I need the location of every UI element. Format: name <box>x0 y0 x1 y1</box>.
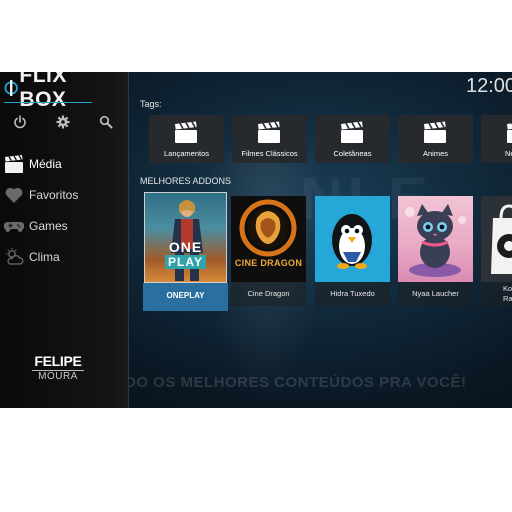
clapperboard-icon <box>341 121 363 143</box>
heart-icon <box>5 187 23 203</box>
addon-thumbnail <box>481 196 512 282</box>
background-tagline: DO OS MELHORES CONTEÚDOS PRA VOCÊ! <box>125 374 467 391</box>
app-logo: FLIX BOX <box>4 72 92 111</box>
cat-art <box>405 204 466 277</box>
addon-label: ONEPLAY <box>143 283 228 311</box>
addons-heading: MELHORES ADDONS <box>140 176 232 186</box>
addon-label: Nyaa Laucher <box>398 282 473 306</box>
tag-label: Coletâneas <box>333 149 372 158</box>
tag-label: Ne <box>505 149 512 158</box>
search-icon[interactable] <box>99 115 113 129</box>
power-icon[interactable] <box>13 115 27 129</box>
tag-label: Filmes Clássicos <box>241 149 298 158</box>
addon-thumbnail: CINE DRAGON <box>231 196 306 282</box>
tags-heading: Tags: <box>140 99 162 109</box>
tag-partial[interactable]: Ne <box>481 115 512 163</box>
weather-icon <box>6 247 24 265</box>
menu-label-favoritos: Favoritos <box>29 187 79 202</box>
menu-item-clima[interactable]: Clima <box>0 241 128 272</box>
creator-logo-line2: MOURA <box>32 370 84 383</box>
tag-coletaneas[interactable]: Coletâneas <box>315 115 390 163</box>
addon-thumbnail <box>315 196 390 282</box>
menu-label-media: Média <box>29 156 62 171</box>
main-menu: Média Favoritos Games Clima <box>0 148 128 272</box>
menu-label-clima: Clima <box>29 249 60 264</box>
oneplay-art-text2: PLAY <box>165 255 206 269</box>
addon-thumbnail: ONE PLAY <box>144 192 227 283</box>
tag-animes[interactable]: Animes <box>398 115 473 163</box>
creator-logo: FELIPE MOURA <box>28 354 88 383</box>
cine-dragon-art-text: CINE DRAGON <box>234 258 303 268</box>
tag-label: Lançamentos <box>163 149 210 158</box>
addon-kodi-ra[interactable]: Kodi Ra <box>481 192 512 316</box>
logo-text: FLIX BOX <box>19 72 67 111</box>
sidebar: FLIX BOX Média Favoritos Games Clima FEL… <box>0 72 129 408</box>
addon-label: Hidra Tuxedo <box>315 282 390 306</box>
tag-label: Animes <box>422 149 448 158</box>
addon-cine-dragon[interactable]: CINE DRAGON Cine Dragon <box>231 192 306 316</box>
menu-label-games: Games <box>29 218 68 233</box>
oneplay-art <box>171 200 203 281</box>
tag-lancamentos[interactable]: Lançamentos <box>149 115 224 163</box>
addon-nyaa-laucher[interactable]: Nyaa Laucher <box>398 192 473 316</box>
gear-icon[interactable] <box>56 115 70 129</box>
clapperboard-icon <box>258 121 280 143</box>
dragon-art <box>239 199 297 257</box>
shopping-bag-art <box>491 204 512 274</box>
logo-underline <box>4 102 92 103</box>
logo-mark-icon <box>4 80 18 96</box>
addon-oneplay[interactable]: ONE PLAY ONEPLAY <box>143 192 228 314</box>
tags-row: Lançamentos Filmes Clássicos Coletâneas <box>149 115 512 163</box>
menu-item-favoritos[interactable]: Favoritos <box>0 179 128 210</box>
gamepad-icon <box>4 221 24 232</box>
movie-clapper-icon <box>5 154 23 173</box>
clock: 12:00 <box>466 75 512 97</box>
oneplay-art-text: ONE <box>168 239 203 255</box>
addon-label: Cine Dragon <box>231 282 306 306</box>
creator-logo-line1: FELIPE <box>34 353 82 369</box>
clapperboard-icon <box>175 121 197 143</box>
menu-item-media[interactable]: Média <box>0 148 128 179</box>
addons-row: ONE PLAY ONEPLAY CINE DRAGON Cine Dragon <box>143 192 512 316</box>
menu-item-games[interactable]: Games <box>0 210 128 241</box>
addon-label: Kodi Ra <box>481 282 512 306</box>
addon-hidra-tuxedo[interactable]: Hidra Tuxedo <box>315 192 390 316</box>
clapperboard-icon <box>424 121 446 143</box>
clapperboard-icon <box>507 123 512 143</box>
penguin-art <box>332 214 372 269</box>
kodi-home-screen: NLE DO OS MELHORES CONTEÚDOS PRA VOCÊ! F… <box>0 72 512 408</box>
addon-thumbnail <box>398 196 473 282</box>
tag-filmes-classicos[interactable]: Filmes Clássicos <box>232 115 307 163</box>
